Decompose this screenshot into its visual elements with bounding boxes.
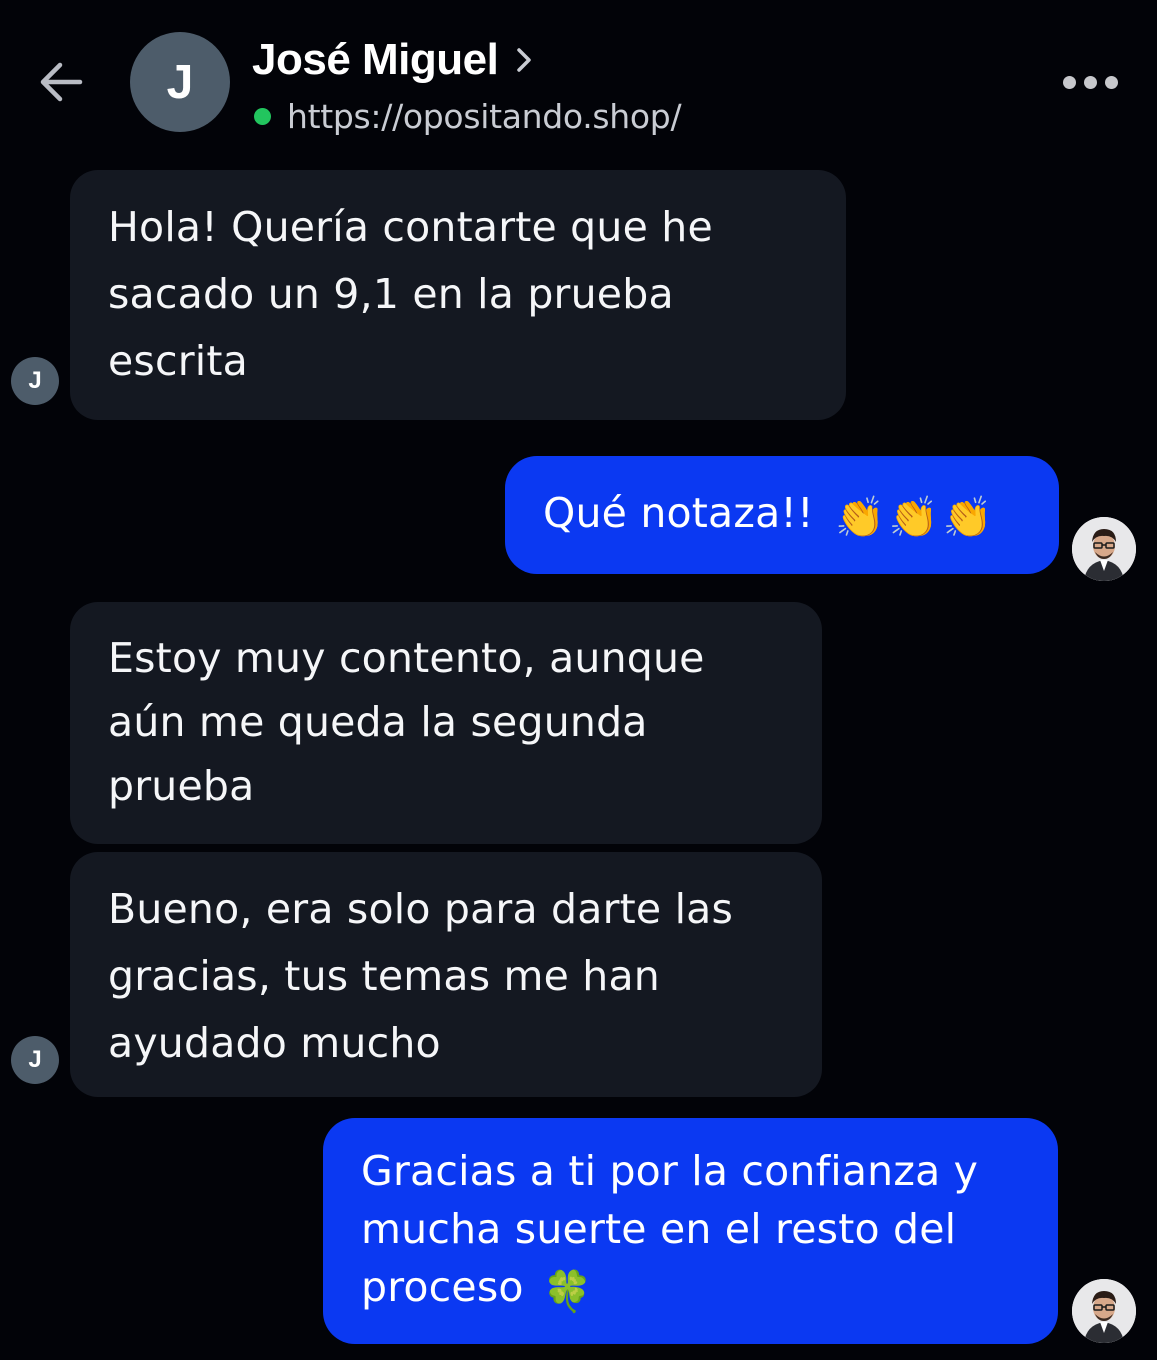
online-status-dot xyxy=(254,107,271,125)
contact-status: https://opositando.shop/ xyxy=(254,94,682,138)
contact-avatar-initial: J xyxy=(166,55,194,109)
message-text: Gracias a ti por la confianza y mucha su… xyxy=(361,1147,979,1311)
agent-avatar-photo xyxy=(1072,517,1136,581)
sender-avatar: J xyxy=(11,1036,59,1084)
contact-name-link[interactable]: José Miguel xyxy=(252,30,532,90)
agent-avatar xyxy=(1072,517,1136,581)
sender-avatar: J xyxy=(11,357,59,405)
message-bubble-incoming[interactable]: Bueno, era solo para darte las gracias, … xyxy=(70,852,822,1097)
agent-avatar xyxy=(1072,1279,1136,1343)
message-bubble-outgoing[interactable]: Gracias a ti por la confianza y mucha su… xyxy=(323,1118,1058,1344)
contact-url: https://opositando.shop/ xyxy=(287,96,682,136)
clapping-hands-emoji: 👏👏👏 xyxy=(834,495,997,541)
agent-avatar-photo xyxy=(1072,1279,1136,1343)
message-text: Qué notaza!! xyxy=(543,489,814,537)
message-bubble-outgoing[interactable]: Qué notaza!! 👏👏👏 xyxy=(505,456,1059,574)
chevron-right-icon xyxy=(516,47,532,73)
message-bubble-incoming[interactable]: Hola! Quería contarte que he sacado un 9… xyxy=(70,170,846,420)
back-button[interactable] xyxy=(28,50,92,114)
contact-avatar[interactable]: J xyxy=(130,32,230,132)
message-text: Estoy muy contento, aunque aún me queda … xyxy=(108,634,705,810)
arrow-left-icon xyxy=(40,62,83,102)
message-text: Bueno, era solo para darte las gracias, … xyxy=(108,885,734,1067)
more-horizontal-icon xyxy=(1062,75,1118,89)
message-bubble-incoming[interactable]: Estoy muy contento, aunque aún me queda … xyxy=(70,602,822,844)
more-options-button[interactable] xyxy=(1050,56,1130,108)
message-text: Hola! Quería contarte que he sacado un 9… xyxy=(108,203,713,385)
contact-name: José Miguel xyxy=(252,35,499,84)
four-leaf-clover-emoji: 🍀 xyxy=(542,1269,593,1315)
